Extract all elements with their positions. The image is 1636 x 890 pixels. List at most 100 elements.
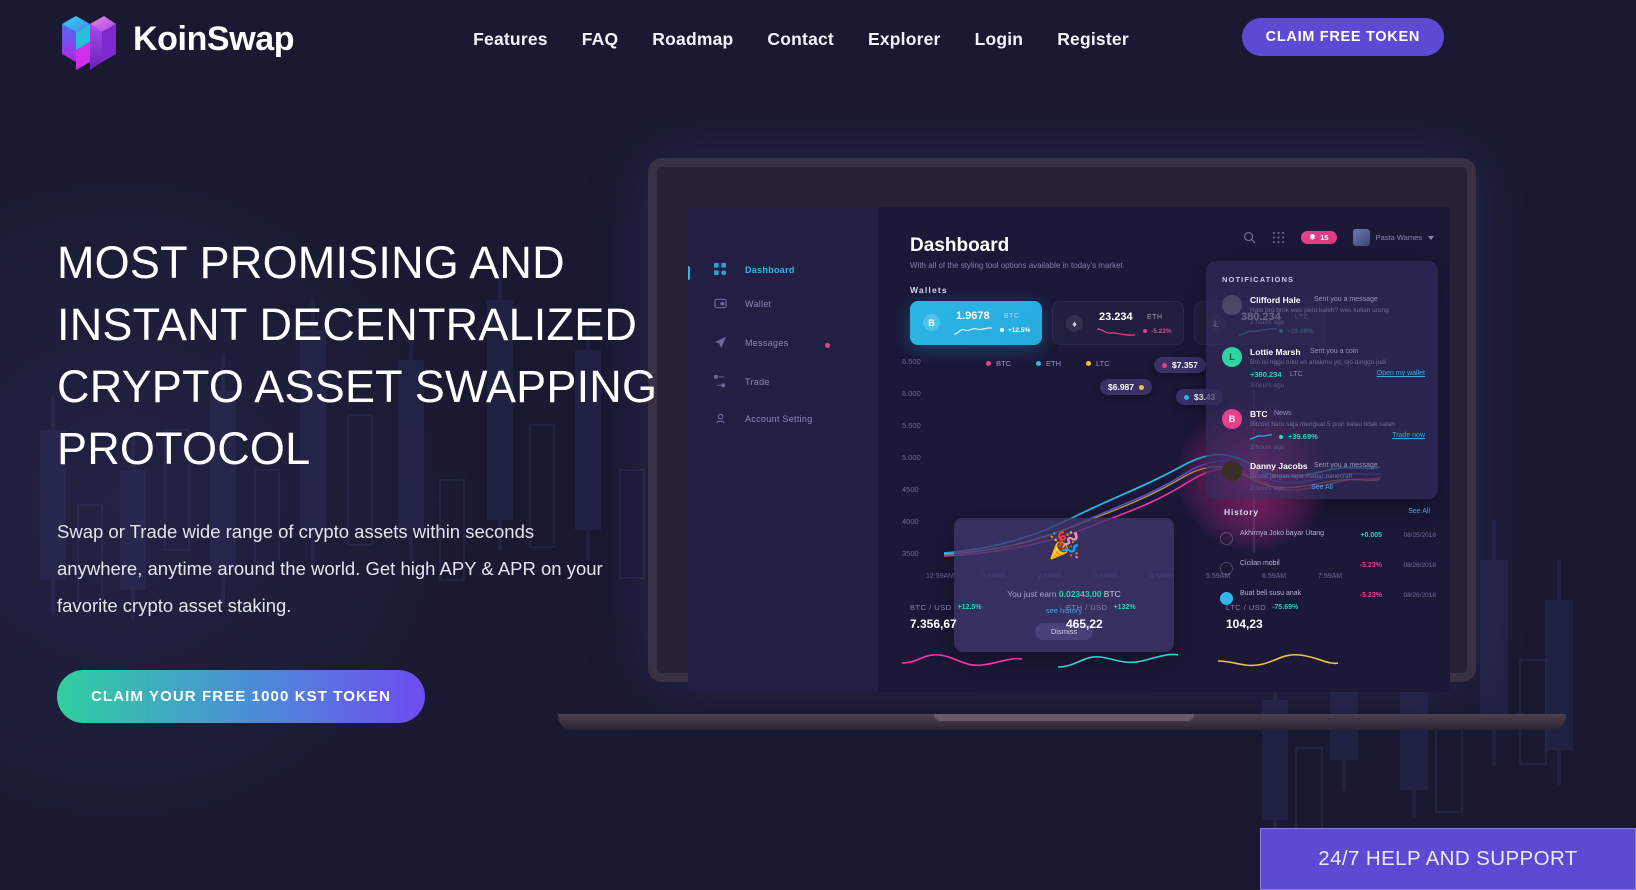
dashboard-toolbar: 15 Pasta Wames — [1243, 229, 1434, 246]
history-see-all[interactable]: See All — [1408, 508, 1430, 515]
nav-item-roadmap[interactable]: Roadmap — [635, 29, 750, 50]
main-navigation: Features FAQ Roadmap Contact Explorer Lo… — [456, 29, 1146, 50]
user-name: Pasta Wames — [1375, 233, 1422, 242]
bell-icon — [1309, 234, 1316, 241]
help-and-support-badge[interactable]: 24/7 HELP AND SUPPORT — [1260, 828, 1636, 890]
history-row-0[interactable]: Akhirnya Joko bayar Utang +0.005 08/25/2… — [1220, 529, 1436, 551]
avatar — [1222, 461, 1242, 481]
avatar: B — [1222, 409, 1242, 429]
bottom-stat-value-1: 465,22 — [1066, 617, 1103, 631]
notification-dot-2 — [1279, 435, 1283, 439]
nav-item-explorer[interactable]: Explorer — [851, 29, 958, 50]
tooltip-dot-1 — [1162, 362, 1167, 368]
notification-value-2: +39.69% — [1288, 432, 1318, 441]
sidebar-label-wallet: Wallet — [745, 298, 772, 309]
sidebar-item-wallet[interactable]: Wallet — [714, 297, 771, 310]
notification-name-2: BTC — [1250, 409, 1268, 419]
sidebar-label-account-setting: Account Setting — [745, 413, 813, 424]
search-icon[interactable] — [1243, 231, 1256, 244]
avatar — [1222, 295, 1242, 315]
notification-time-0: 2 hours ago — [1250, 319, 1285, 326]
grid-icon — [714, 263, 727, 276]
notifications-see-all[interactable]: See All — [1206, 484, 1438, 491]
trade-now-link[interactable]: Trade now — [1392, 432, 1425, 439]
btc-ticker: BTC — [1004, 313, 1020, 320]
claim-token-cta-button[interactable]: CLAIM YOUR FREE 1000 KST TOKEN — [57, 670, 425, 723]
bottom-stat-ltc: LTC / USD -75.69% 104,23 — [1218, 603, 1338, 667]
history-header: History — [1224, 507, 1259, 517]
notification-unit-1: LTC — [1290, 371, 1303, 378]
y-axis-tick-5: 4000 — [902, 517, 919, 526]
user-profile[interactable]: Pasta Wames — [1352, 229, 1434, 246]
bottom-stat-btc: BTC / USD +12.5% 7.356,67 — [902, 603, 1022, 667]
bottom-stat-pair-1: ETH / USD — [1066, 603, 1108, 612]
tooltip-value-1: $7.357 — [1172, 360, 1198, 370]
trade-icon — [714, 375, 726, 388]
bottom-stat-change-2: -75.69% — [1272, 604, 1299, 611]
history-icon-1 — [1220, 562, 1233, 575]
wallet-icon — [714, 298, 727, 309]
bottom-stat-value-2: 104,23 — [1226, 617, 1263, 631]
sidebar-item-account-setting[interactable]: Account Setting — [714, 412, 813, 425]
dashboard-app: Dashboard Wallet Messages Trade Account … — [688, 207, 1450, 692]
eth-ticker: ETH — [1147, 314, 1163, 321]
nav-item-faq[interactable]: FAQ — [565, 29, 636, 50]
history-text-0: Akhirnya Joko bayar Utang — [1240, 530, 1325, 537]
eth-symbol-icon: ♦ — [1066, 315, 1083, 332]
x-axis-tick-0: 12:59AM — [926, 573, 955, 580]
celebration-icon: 🎉 — [1048, 530, 1081, 560]
notifications-panel: NOTIFICATIONS Clifford Hale Sent you a m… — [1206, 261, 1438, 499]
sidebar-item-trade[interactable]: Trade — [714, 375, 770, 388]
wallet-card-btc[interactable]: B 1.9678 BTC +12.5% — [910, 301, 1042, 345]
claim-free-token-button[interactable]: CLAIM FREE TOKEN — [1241, 18, 1444, 56]
tooltip-dot-0 — [1139, 384, 1144, 390]
ltc-bottom-sparkline — [1218, 653, 1338, 667]
notification-name-0: Clifford Hale — [1250, 295, 1301, 305]
notification-name-1: Lottie Marsh — [1250, 347, 1301, 357]
nav-item-contact[interactable]: Contact — [750, 29, 851, 50]
sidebar-label-dashboard: Dashboard — [745, 264, 795, 275]
wallets-section-label: Wallets — [910, 285, 948, 295]
notification-time-1: 3 hours ago — [1250, 382, 1285, 389]
wallet-card-eth[interactable]: ♦ 23.234 ETH -5.23% — [1052, 301, 1184, 345]
laptop-mockup: Dashboard Wallet Messages Trade Account … — [558, 158, 1566, 738]
earn-popup-card: 🎉 You just earn 0.02343,00 BTC see histo… — [954, 518, 1174, 652]
avatar: L — [1222, 347, 1242, 367]
notification-text-0: Halo bro brok wes pero kaleh? wes kuliah… — [1250, 307, 1389, 314]
nav-item-login[interactable]: Login — [958, 29, 1041, 50]
history-date-0: 08/25/2018 — [1403, 532, 1436, 539]
notification-action-3: Sent you a message — [1314, 462, 1378, 469]
notifications-header: NOTIFICATIONS — [1222, 275, 1295, 284]
y-axis-tick-6: 3500 — [902, 549, 919, 558]
notification-count: 15 — [1320, 233, 1329, 242]
sidebar-item-dashboard[interactable]: Dashboard — [714, 263, 795, 276]
settings-icon — [716, 413, 725, 424]
notification-text-1: Bro iki nggo tuku es anakmu yo, ojo ding… — [1250, 359, 1387, 366]
hero-headline: MOST PROMISING AND INSTANT DECENTRALIZED… — [57, 237, 658, 474]
eth-bottom-sparkline — [1058, 653, 1178, 668]
nav-item-features[interactable]: Features — [456, 29, 565, 50]
y-axis-tick-2: 5.500 — [902, 421, 921, 430]
dashboard-main: 15 Pasta Wames Dashboard With all of the… — [878, 207, 1450, 692]
btc-amount: 1.9678 — [956, 310, 990, 322]
grid-apps-icon[interactable] — [1272, 231, 1285, 244]
eth-sparkline — [1097, 328, 1135, 336]
hero-subcopy: Swap or Trade wide range of crypto asset… — [57, 521, 603, 616]
history-value-1: -5.23% — [1359, 562, 1382, 569]
bottom-stat-eth: ETH / USD +132% 465,22 — [1058, 603, 1178, 668]
notification-badge[interactable]: 15 — [1301, 231, 1337, 244]
nav-item-register[interactable]: Register — [1040, 29, 1146, 50]
history-row-1[interactable]: Cicilan mobil -5.23% 08/26/2018 — [1220, 559, 1436, 581]
notification-text-2: Bitcoin baru saja menguat 5 poin kalau t… — [1250, 421, 1395, 428]
history-date-2: 08/26/2018 — [1403, 592, 1436, 599]
brand-logo[interactable]: KoinSwap — [58, 8, 295, 70]
chevron-down-icon — [1428, 235, 1434, 240]
site-header: KoinSwap Features FAQ Roadmap Contact Ex… — [0, 0, 1636, 78]
see-history-link[interactable]: see history — [954, 606, 1174, 615]
open-my-wallet-link[interactable]: Open my wallet — [1377, 370, 1425, 377]
sidebar-item-messages[interactable]: Messages — [714, 336, 788, 349]
notification-name-3: Danny Jacobs — [1250, 461, 1308, 471]
history-text-1: Cicilan mobil — [1240, 560, 1280, 567]
laptop-screen: Dashboard Wallet Messages Trade Account … — [688, 207, 1450, 692]
laptop-notch — [934, 714, 1194, 721]
